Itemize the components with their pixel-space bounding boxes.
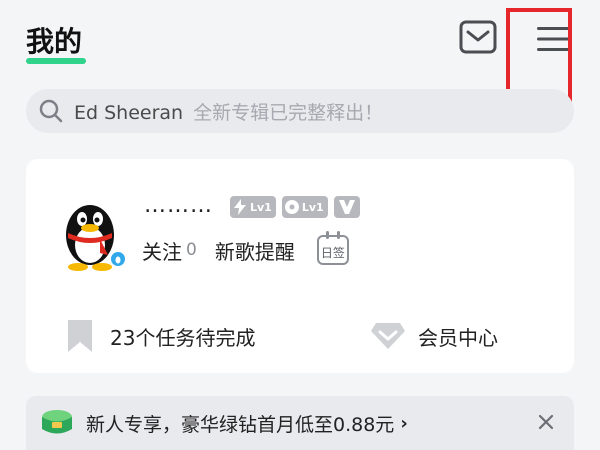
promo-banner[interactable]: 新人专享，豪华绿钻首月低至0.88元 › — [26, 396, 574, 450]
disc-icon — [284, 199, 300, 215]
level-badges: Lv1 Lv1 — [230, 196, 360, 218]
badge-disc-level[interactable]: Lv1 — [281, 196, 328, 218]
diamond-icon — [370, 319, 406, 353]
badge-v[interactable] — [333, 196, 360, 218]
close-icon — [538, 414, 554, 430]
daily-sign-button[interactable]: 日签 — [316, 231, 349, 265]
badge-label: Lv1 — [301, 200, 324, 214]
search-icon — [39, 99, 63, 123]
follow-row: 关注 0 新歌提醒 日签 — [142, 231, 349, 265]
bookmark-icon — [62, 319, 98, 353]
tasks-entry[interactable]: 23个任务待完成 — [62, 319, 255, 353]
qq-penguin-avatar-icon — [66, 205, 127, 271]
follow-label[interactable]: 关注 — [142, 236, 182, 265]
sign-in-label: 日签 — [320, 246, 345, 260]
green-diamond-icon — [42, 410, 72, 434]
profile-card: ……… Lv1 Lv1 关注 0 新歌提醒 日签 23个任务待完成 会员中心 — [26, 159, 574, 373]
vip-center-label: 会员中心 — [418, 325, 498, 350]
promo-text: 新人专享，豪华绿钻首月低至0.88元 — [86, 413, 395, 436]
page-title: 我的 — [26, 25, 83, 58]
new-song-reminder[interactable]: 新歌提醒 — [215, 236, 295, 265]
search-bar[interactable]: Ed Sheeran 全新专辑已完整释出！ — [26, 89, 574, 133]
tasks-label: 23个任务待完成 — [110, 325, 256, 350]
follow-count[interactable]: 0 — [186, 240, 197, 260]
nickname[interactable]: ……… — [144, 193, 213, 218]
search-hint: 全新专辑已完整释出！ — [193, 101, 384, 124]
title-underline — [26, 58, 86, 64]
lightning-icon — [232, 199, 248, 215]
mail-icon — [459, 20, 497, 54]
search-input[interactable]: Ed Sheeran 全新专辑已完整释出！ — [74, 98, 383, 125]
badge-label: Lv1 — [250, 200, 272, 214]
chevron-right-icon: › — [400, 412, 408, 434]
vip-center-entry[interactable]: 会员中心 — [370, 319, 498, 353]
avatar[interactable] — [60, 195, 130, 275]
badge-lightning-level[interactable]: Lv1 — [230, 196, 276, 218]
search-keyword: Ed Sheeran — [74, 101, 184, 124]
v-badge-icon — [338, 200, 355, 214]
promo-close-button[interactable] — [534, 410, 558, 434]
mail-button[interactable] — [458, 17, 498, 57]
